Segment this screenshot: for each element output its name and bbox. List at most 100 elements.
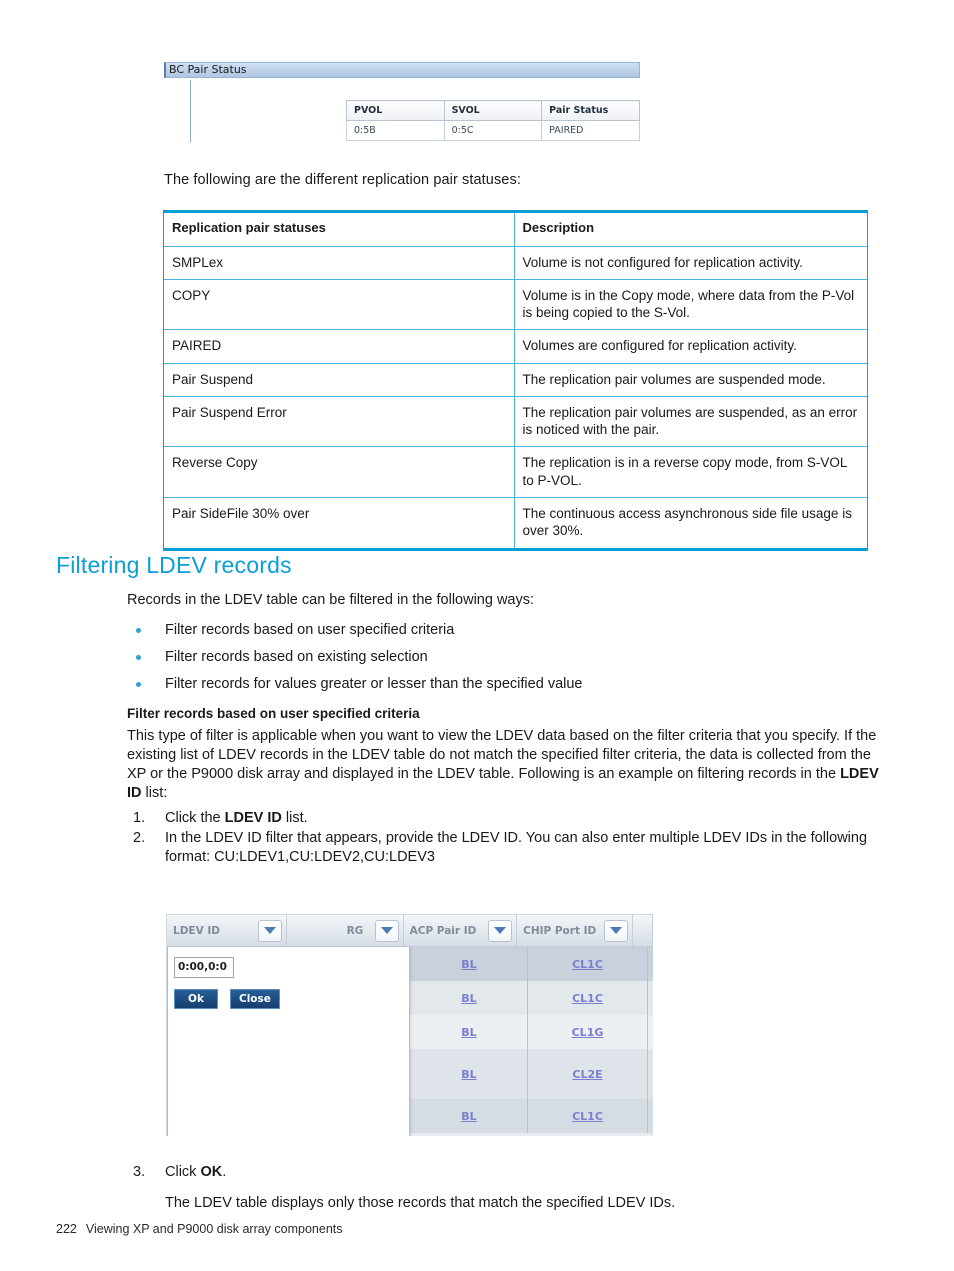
cell-description: The replication pair volumes are suspend… — [513, 362, 867, 397]
cell-pair-status: PAIRED — [541, 120, 640, 141]
ldev-id-filter-input[interactable]: 0:00,0:0 — [174, 957, 234, 978]
filter-popup-buttons: Ok Close — [174, 989, 280, 1009]
cell-acp-pair-id[interactable]: BL — [411, 947, 528, 981]
column-header-pair-status: Pair Status — [541, 100, 640, 121]
bullet-dot-icon — [136, 628, 141, 634]
cell-chip-port-id[interactable]: CL1G — [528, 1015, 648, 1049]
paragraph-text-part2: list: — [141, 785, 168, 802]
step-text-part1: In the LDEV ID filter that appears, prov… — [165, 830, 868, 866]
page-footer: 222 Viewing XP and P9000 disk array compo… — [56, 1222, 343, 1236]
column-header-svol: SVOL — [443, 100, 543, 121]
column-header-label: RG — [346, 924, 364, 937]
cell-status: Pair Suspend Error — [164, 395, 515, 448]
bc-pair-status-screenshot: BC Pair Status PVOL SVOL Pair Status 0:5… — [164, 62, 640, 150]
chevron-down-icon[interactable] — [374, 919, 399, 942]
cell-truncated — [648, 981, 653, 1015]
list-item: Filter records based on existing selecti… — [127, 648, 887, 667]
cell-acp-pair-id[interactable]: BL — [411, 981, 528, 1015]
column-header-truncated — [633, 915, 653, 946]
cell-description: Volume is in the Copy mode, where data f… — [513, 278, 867, 331]
ldev-table-header-row: LDEV ID RG ACP Pair ID CHIP Port ID — [167, 915, 653, 947]
cell-acp-pair-id[interactable]: BL — [411, 1099, 528, 1133]
ldev-filter-screenshot: LDEV ID RG ACP Pair ID CHIP Port ID BL C… — [166, 914, 653, 1136]
cell-status: Pair Suspend — [164, 362, 515, 397]
cell-svol: 0:5C — [443, 120, 543, 141]
table-row: COPY Volume is in the Copy mode, where d… — [164, 278, 867, 331]
column-header-status: Replication pair statuses — [164, 213, 515, 247]
ldev-table-body: BL CL1C BL CL1C BL CL1G BL CL2E BL CL1C … — [167, 947, 653, 1136]
cell-chip-port-id[interactable]: CL1C — [528, 947, 648, 981]
cell-chip-port-id[interactable]: CL1C — [528, 981, 648, 1015]
subsection-paragraph: This type of filter is applicable when y… — [127, 727, 887, 803]
replication-statuses-table: Replication pair statuses Description SM… — [164, 213, 867, 548]
cell-status: SMPLex — [164, 245, 515, 280]
cell-acp-pair-id[interactable]: BL — [411, 1015, 528, 1049]
tree-connector-line — [190, 80, 191, 142]
table-row: Pair Suspend Error The replication pair … — [164, 395, 867, 448]
page-title: Filtering LDEV records — [56, 552, 292, 578]
cell-truncated — [648, 1015, 653, 1049]
list-item: Filter records for values greater or les… — [127, 675, 887, 694]
close-button[interactable]: Close — [230, 989, 280, 1009]
column-header-rg[interactable]: RG — [287, 915, 404, 946]
chevron-down-icon[interactable] — [258, 919, 283, 942]
filter-methods-list: Filter records based on user specified c… — [127, 621, 887, 694]
list-item-label: Filter records based on user specified c… — [165, 622, 455, 639]
column-header-acp-pair-id[interactable]: ACP Pair ID — [404, 915, 518, 946]
ok-button[interactable]: Ok — [174, 989, 218, 1009]
chevron-down-icon[interactable] — [604, 919, 629, 942]
cell-description: Volume is not configured for replication… — [513, 245, 867, 280]
bullet-dot-icon — [136, 655, 141, 661]
document-page: BC Pair Status PVOL SVOL Pair Status 0:5… — [0, 0, 954, 1271]
bc-pair-status-body: PVOL SVOL Pair Status 0:5B 0:5C PAIRED — [164, 78, 640, 150]
column-header-ldev-id[interactable]: LDEV ID — [167, 915, 288, 946]
section-intro-text: Records in the LDEV table can be filtere… — [127, 592, 535, 608]
cell-status: Pair SideFile 30% over — [164, 497, 515, 548]
step-item-2: 2. In the LDEV ID filter that appears, pr… — [127, 829, 887, 867]
column-header-label: CHIP Port ID — [523, 924, 597, 937]
column-header-description: Description — [513, 213, 867, 247]
cell-truncated — [648, 1049, 653, 1099]
table-row: SMPLex Volume is not configured for repl… — [164, 245, 867, 280]
step-bold-term: OK — [200, 1164, 223, 1180]
bullet-dot-icon — [136, 682, 141, 688]
list-item: Filter records based on user specified c… — [127, 621, 887, 640]
lead-paragraph: The following are the different replicat… — [164, 172, 521, 188]
cell-truncated — [648, 947, 653, 981]
cell-truncated — [648, 1099, 653, 1133]
table-header-row: PVOL SVOL Pair Status — [346, 100, 640, 121]
cell-description: Volumes are configured for replication a… — [513, 329, 867, 364]
cell-chip-port-id[interactable]: CL2E — [528, 1049, 648, 1099]
footer-text: Viewing XP and P9000 disk array componen… — [85, 1222, 343, 1236]
cell-acp-pair-id[interactable]: BL — [411, 1049, 528, 1099]
column-header-pvol: PVOL — [346, 100, 445, 121]
step-text-part2: list. — [281, 810, 308, 827]
step-number: 3. — [133, 1164, 146, 1180]
step-bold-term: LDEV ID — [224, 810, 282, 827]
chevron-down-icon[interactable] — [488, 919, 513, 942]
section-body: Records in the LDEV table can be filtere… — [127, 591, 887, 868]
paragraph-text-part1: This type of filter is applicable when y… — [127, 728, 877, 783]
section-body-continued: 3. Click OK. The LDEV table displays only… — [127, 1157, 887, 1214]
step-text-part1: Click the — [165, 810, 225, 827]
table-row: PAIRED Volumes are configured for replic… — [164, 329, 867, 364]
step-text-part2: . — [222, 1164, 227, 1180]
step-text-part1: Click — [165, 1164, 201, 1180]
subsection-heading: Filter records based on user specified c… — [127, 705, 420, 721]
cell-description: The replication pair volumes are suspend… — [513, 395, 867, 448]
cell-status: PAIRED — [164, 329, 515, 364]
list-item-label: Filter records based on existing selecti… — [165, 649, 428, 666]
ldev-id-filter-popup: 0:00,0:0 Ok Close — [167, 947, 410, 1136]
table-row: Reverse Copy The replication is in a rev… — [164, 446, 867, 499]
step-number: 1. — [133, 810, 146, 827]
cell-pvol: 0:5B — [346, 120, 445, 141]
column-header-label: LDEV ID — [173, 924, 220, 937]
bc-pair-status-table: PVOL SVOL Pair Status 0:5B 0:5C PAIRED — [346, 100, 640, 141]
step-number: 2. — [133, 830, 146, 847]
cell-chip-port-id[interactable]: CL1C — [528, 1099, 648, 1133]
footer-page-number: 222 — [56, 1222, 77, 1236]
column-header-chip-port-id[interactable]: CHIP Port ID — [517, 915, 634, 946]
procedure-steps-list: 1. Click the LDEV ID list. 2. In the LDEV … — [127, 809, 887, 867]
cell-status: Reverse Copy — [164, 446, 515, 499]
column-header-label: ACP Pair ID — [409, 924, 477, 937]
